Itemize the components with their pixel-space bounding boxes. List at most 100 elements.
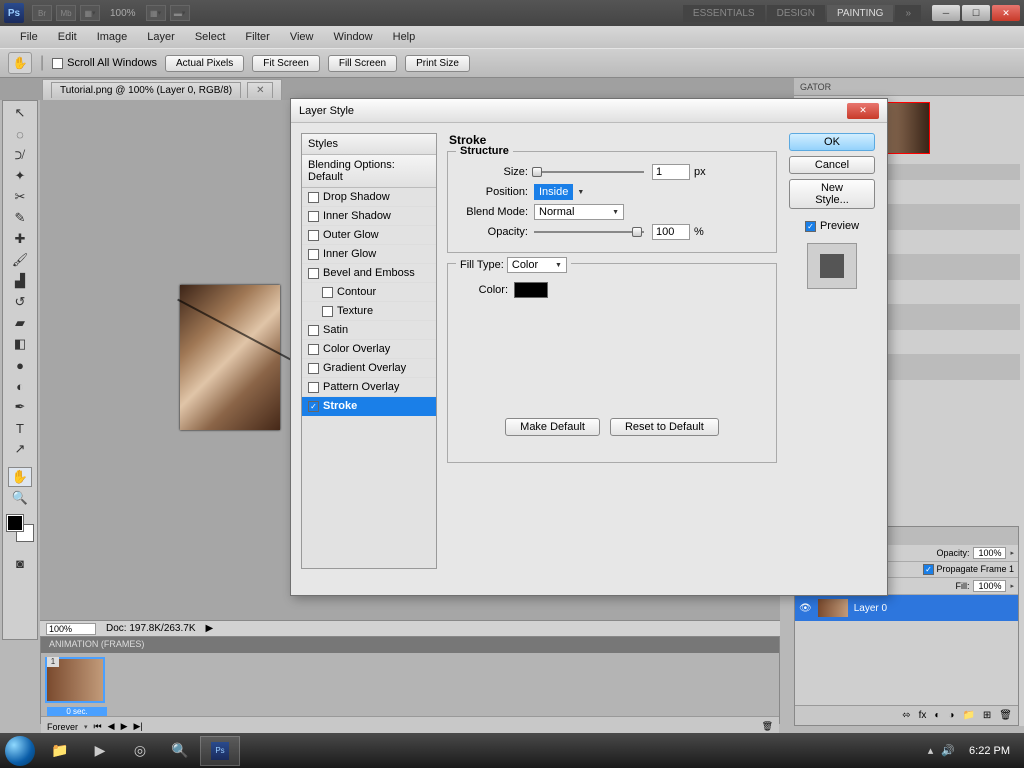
- menu-view[interactable]: View: [280, 29, 324, 45]
- taskbar-photoshop-icon[interactable]: Ps: [200, 736, 240, 766]
- zoom-level[interactable]: 100%: [110, 8, 136, 19]
- scroll-all-windows[interactable]: Scroll All Windows: [52, 57, 157, 69]
- style-inner-glow[interactable]: Inner Glow: [302, 245, 436, 264]
- dodge-tool-icon[interactable]: ◐: [8, 376, 32, 396]
- hand-tool2-icon[interactable]: ✋: [8, 467, 32, 487]
- adjust-icon[interactable]: ◑: [948, 710, 954, 721]
- window-close[interactable]: ✕: [992, 5, 1020, 21]
- heal-tool-icon[interactable]: ✚: [8, 229, 32, 249]
- style-outer-glow[interactable]: Outer Glow: [302, 226, 436, 245]
- position-select[interactable]: Inside: [534, 184, 573, 200]
- style-satin[interactable]: Satin: [302, 321, 436, 340]
- wand-tool-icon[interactable]: ✦: [8, 166, 32, 186]
- menu-filter[interactable]: Filter: [235, 29, 279, 45]
- menu-image[interactable]: Image: [87, 29, 138, 45]
- workspace-painting[interactable]: PAINTING: [827, 5, 893, 22]
- chevron-down-icon[interactable]: ▼: [577, 189, 584, 196]
- minibridge-icon[interactable]: Mb: [56, 5, 76, 21]
- eyedropper-tool-icon[interactable]: ✎: [8, 208, 32, 228]
- style-pattern-overlay[interactable]: Pattern Overlay: [302, 378, 436, 397]
- style-contour[interactable]: Contour: [302, 283, 436, 302]
- trash-icon[interactable]: 🗑: [762, 721, 773, 732]
- reset-default-button[interactable]: Reset to Default: [610, 418, 719, 436]
- stamp-tool-icon[interactable]: ▟: [8, 271, 32, 291]
- taskbar-steam-icon[interactable]: ◎: [120, 736, 160, 766]
- first-frame-icon[interactable]: ⏮: [94, 721, 102, 732]
- loop-select[interactable]: Forever: [47, 722, 78, 732]
- style-gradient-overlay[interactable]: Gradient Overlay: [302, 359, 436, 378]
- zoom-tool-icon[interactable]: 🔍: [8, 488, 32, 508]
- menu-select[interactable]: Select: [185, 29, 236, 45]
- dialog-titlebar[interactable]: Layer Style ✕: [291, 99, 887, 123]
- animation-frame[interactable]: 1: [45, 657, 105, 703]
- workspace-more[interactable]: »: [895, 5, 921, 22]
- window-maximize[interactable]: ☐: [962, 5, 990, 21]
- fill-value[interactable]: 100%: [973, 580, 1006, 592]
- newlayer-icon[interactable]: ⊞: [983, 710, 991, 721]
- menu-file[interactable]: File: [10, 29, 48, 45]
- system-tray[interactable]: ▴🔊: [928, 744, 955, 757]
- ok-button[interactable]: OK: [789, 133, 875, 151]
- marquee-tool-icon[interactable]: ◌: [8, 124, 32, 144]
- fit-screen-button[interactable]: Fit Screen: [252, 55, 320, 72]
- navigator-tab[interactable]: GATOR: [794, 78, 1024, 96]
- next-frame-icon[interactable]: ▶|: [133, 721, 142, 732]
- style-stroke[interactable]: Stroke: [302, 397, 436, 416]
- fill-screen-button[interactable]: Fill Screen: [328, 55, 397, 72]
- opacity-slider[interactable]: [534, 231, 644, 233]
- brush-tool-icon[interactable]: 🖌: [8, 250, 32, 270]
- layer-row[interactable]: 👁 Layer 0: [795, 595, 1018, 621]
- play-icon[interactable]: ▶: [121, 721, 128, 732]
- menu-layer[interactable]: Layer: [137, 29, 185, 45]
- blendmode-select[interactable]: Normal▼: [534, 204, 624, 220]
- hand-tool-icon[interactable]: ✋: [8, 52, 32, 74]
- path-tool-icon[interactable]: ↗: [8, 439, 32, 459]
- cancel-button[interactable]: Cancel: [789, 156, 875, 174]
- type-tool-icon[interactable]: T: [8, 418, 32, 438]
- blending-options[interactable]: Blending Options: Default: [302, 155, 436, 188]
- fx-icon[interactable]: fx: [919, 710, 927, 721]
- zoom-input[interactable]: [46, 623, 96, 635]
- prev-frame-icon[interactable]: ◀: [108, 721, 115, 732]
- menu-help[interactable]: Help: [383, 29, 426, 45]
- crop-tool-icon[interactable]: ✂: [8, 187, 32, 207]
- size-input[interactable]: [652, 164, 690, 180]
- mask-icon[interactable]: ◐: [934, 710, 940, 721]
- link-icon[interactable]: ⬄: [902, 710, 910, 721]
- style-inner-shadow[interactable]: Inner Shadow: [302, 207, 436, 226]
- style-color-overlay[interactable]: Color Overlay: [302, 340, 436, 359]
- window-minimize[interactable]: ─: [932, 5, 960, 21]
- filltype-select[interactable]: Color▼: [507, 257, 567, 273]
- frame-time[interactable]: 0 sec.: [47, 707, 107, 716]
- print-size-button[interactable]: Print Size: [405, 55, 470, 72]
- preview-checkbox[interactable]: Preview: [805, 220, 859, 232]
- viewextras-icon[interactable]: ▬▾: [170, 5, 190, 21]
- folder-icon[interactable]: 📁: [962, 710, 974, 721]
- pen-tool-icon[interactable]: ✒: [8, 397, 32, 417]
- workspace-design[interactable]: DESIGN: [767, 5, 825, 22]
- actual-pixels-button[interactable]: Actual Pixels: [165, 55, 244, 72]
- menu-window[interactable]: Window: [324, 29, 383, 45]
- document-tab[interactable]: Tutorial.png @ 100% (Layer 0, RGB/8)✕: [42, 79, 282, 100]
- style-drop-shadow[interactable]: Drop Shadow: [302, 188, 436, 207]
- lasso-tool-icon[interactable]: ⟉: [8, 145, 32, 165]
- volume-icon[interactable]: 🔊: [941, 744, 955, 757]
- quickmask-icon[interactable]: ◙: [8, 553, 32, 573]
- visibility-icon[interactable]: 👁: [799, 603, 812, 614]
- workspace-essentials[interactable]: ESSENTIALS: [683, 5, 765, 22]
- gradient-tool-icon[interactable]: ◧: [8, 334, 32, 354]
- bridge-icon[interactable]: Br: [32, 5, 52, 21]
- history-brush-icon[interactable]: ↺: [8, 292, 32, 312]
- eraser-tool-icon[interactable]: ▰: [8, 313, 32, 333]
- propagate-check[interactable]: [923, 564, 934, 575]
- taskbar-search-icon[interactable]: 🔍: [160, 736, 200, 766]
- opacity-input[interactable]: [652, 224, 690, 240]
- start-button[interactable]: [0, 733, 40, 768]
- screen-mode-icon[interactable]: ▦▾: [80, 5, 100, 21]
- new-style-button[interactable]: New Style...: [789, 179, 875, 209]
- status-caret[interactable]: ▶: [206, 623, 214, 634]
- color-swatches[interactable]: [7, 515, 33, 541]
- menu-edit[interactable]: Edit: [48, 29, 87, 45]
- taskbar-explorer-icon[interactable]: 📁: [40, 736, 80, 766]
- style-texture[interactable]: Texture: [302, 302, 436, 321]
